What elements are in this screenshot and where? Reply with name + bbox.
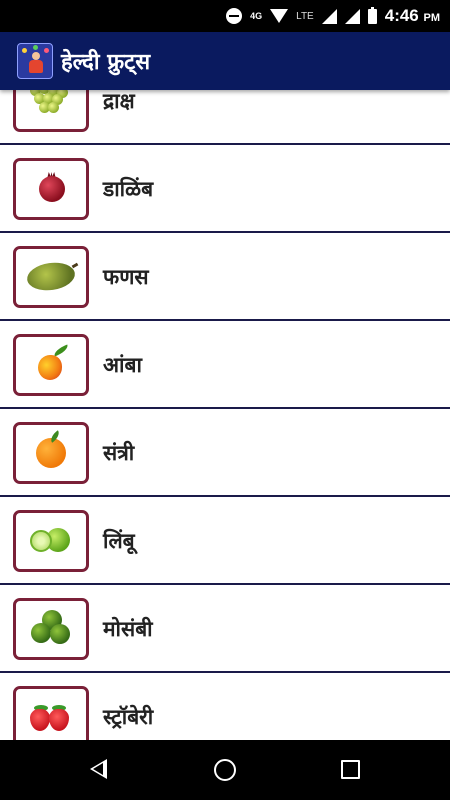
list-item-mango[interactable]: आंबा [0,321,450,409]
list-item-orange[interactable]: संत्री [0,409,450,497]
status-icons: 4G LTE 4:46 PM [226,0,440,32]
list-item-grapes[interactable]: द्राक्ष [0,90,450,145]
list-item-label: डाळिंब [103,177,154,201]
wifi-icon [270,9,289,23]
sweet-lime-icon [13,598,89,660]
list-item-label: संत्री [103,441,135,465]
list-item-label: फणस [103,265,149,289]
navigation-bar [0,740,450,800]
battery-icon [367,6,377,24]
clock-time: 4:46 [384,6,419,25]
list-item-label: लिंबू [103,529,135,553]
recent-apps-icon [341,760,360,779]
home-icon [214,759,236,781]
mango-icon [13,334,89,396]
list-item-label: मोसंबी [103,617,153,641]
grapes-icon [13,90,89,132]
juggler-logo-icon [17,43,53,79]
do-not-disturb-icon [226,8,243,24]
list-item-jackfruit[interactable]: फणस [0,233,450,321]
list-item-label: द्राक्ष [103,90,135,113]
app-title: हेल्दी फ्रुट्स [61,50,151,75]
lemon-icon [13,510,89,572]
orange-icon [13,422,89,484]
signal-icon [321,8,337,24]
network-type-label: 4G [250,11,263,21]
list-item-lemon[interactable]: लिंबू [0,497,450,585]
list-item-pomegranate[interactable]: डाळिंब [0,145,450,233]
back-icon [90,759,107,779]
back-button[interactable] [59,740,139,800]
signal-icon [344,8,360,24]
jackfruit-icon [13,246,89,308]
status-bar: 4G LTE 4:46 PM [0,0,450,32]
clock-ampm: PM [423,12,441,24]
status-time: 4:46 PM [385,6,440,26]
fruit-list[interactable]: द्राक्ष डाळिंब फणस आंबा संत्री लिंबू मोस… [0,90,450,740]
app-bar: हेल्दी फ्रुट्स [0,32,450,90]
list-item-sweet-lime[interactable]: मोसंबी [0,585,450,673]
list-item-label: स्ट्रॉबेरी [103,705,154,729]
list-item-strawberry[interactable]: स्ट्रॉबेरी [0,673,450,740]
list-item-label: आंबा [103,353,142,377]
lte-label: LTE [296,10,314,22]
pomegranate-icon [13,158,89,220]
recent-apps-button[interactable] [310,740,390,800]
home-button[interactable] [185,740,265,800]
strawberry-icon [13,686,89,740]
